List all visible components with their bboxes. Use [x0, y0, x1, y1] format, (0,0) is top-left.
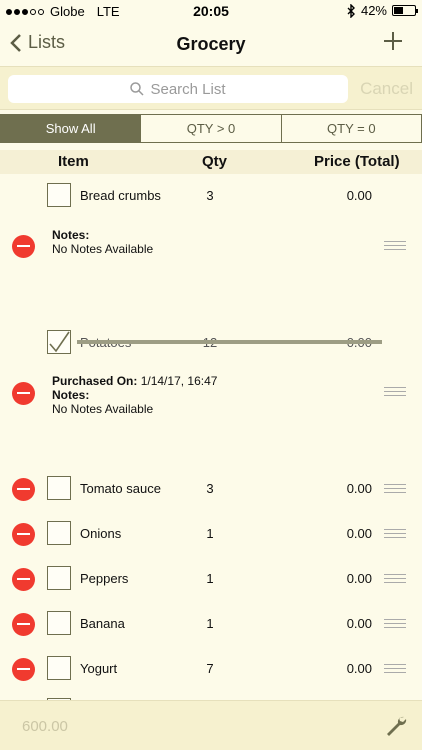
item-checkbox[interactable]: [47, 566, 71, 590]
bluetooth-icon: [347, 3, 355, 18]
item-checkbox[interactable]: [47, 476, 71, 500]
drag-handle-icon[interactable]: [384, 484, 406, 493]
list-item: Bread crumbs 3 0.00 Notes: No Notes Avai…: [0, 175, 422, 315]
list-item: Potatoes 12 0.00 Purchased On: 1/14/17, …: [0, 325, 422, 475]
notes-text: No Notes Available: [52, 402, 154, 416]
delete-button[interactable]: [12, 658, 35, 681]
item-price: 0.00: [346, 526, 372, 541]
list-item: Peppers 1 0.00: [0, 565, 422, 610]
wrench-icon: [387, 716, 407, 736]
drag-handle-icon[interactable]: [384, 529, 406, 538]
page-title: Grocery: [176, 34, 246, 54]
item-qty: 3: [206, 188, 214, 203]
item-qty: 1: [206, 571, 214, 586]
search-input[interactable]: Search List: [8, 75, 348, 103]
item-name[interactable]: Onions: [80, 526, 121, 541]
add-item-button[interactable]: [382, 30, 404, 57]
item-price: 0.00: [346, 616, 372, 631]
strikethrough-line: [77, 340, 382, 344]
list-item: Tomato sauce 3 0.00: [0, 475, 422, 520]
drag-handle-icon[interactable]: [384, 241, 406, 250]
plus-icon: [384, 32, 402, 50]
notes-text: No Notes Available: [52, 242, 154, 256]
total-price: 600.00: [22, 718, 68, 735]
delete-button[interactable]: [12, 478, 35, 501]
item-checkbox-checked[interactable]: [47, 330, 71, 354]
item-name[interactable]: Bread crumbs: [80, 188, 161, 203]
item-price: 0.00: [346, 481, 372, 496]
item-qty: 1: [206, 526, 214, 541]
battery-icon: [392, 5, 418, 16]
item-name[interactable]: Peppers: [80, 571, 128, 586]
list-item: Onions 1 0.00: [0, 520, 422, 565]
item-name[interactable]: Banana: [80, 616, 125, 631]
cancel-button[interactable]: Cancel: [360, 79, 413, 99]
item-price: 0.00: [346, 188, 372, 203]
search-placeholder: Search List: [150, 80, 226, 98]
battery-percent: 42%: [360, 3, 387, 18]
status-right: 42%: [347, 3, 418, 18]
filter-qty-zero[interactable]: QTY = 0: [281, 114, 422, 143]
notes-label: Notes:: [52, 388, 90, 402]
column-header: Item Qty Price (Total): [0, 150, 422, 174]
filter-segmented-control: Show All QTY > 0 QTY = 0: [0, 114, 422, 143]
notes-label: Notes:: [52, 228, 90, 242]
drag-handle-icon[interactable]: [384, 619, 406, 628]
bottom-toolbar: 600.00: [0, 700, 422, 750]
status-bar: Globe LTE 20:05 42%: [0, 0, 422, 22]
item-price: 0.00: [346, 661, 372, 676]
delete-button[interactable]: [12, 382, 35, 405]
item-notes: Purchased On: 1/14/17, 16:47 Notes: No N…: [52, 374, 217, 416]
filter-show-all[interactable]: Show All: [0, 114, 142, 143]
purchased-label: Purchased On:: [52, 374, 138, 388]
list-item: Banana 1 0.00: [0, 610, 422, 655]
purchased-date: 1/14/17, 16:47: [140, 374, 218, 388]
column-item: Item: [58, 153, 89, 170]
item-checkbox[interactable]: [47, 183, 71, 207]
drag-handle-icon[interactable]: [384, 574, 406, 583]
item-name[interactable]: Tomato sauce: [80, 481, 161, 496]
list-item: Yogurt 7 0.00: [0, 655, 422, 700]
delete-button[interactable]: [12, 523, 35, 546]
delete-button[interactable]: [12, 613, 35, 636]
item-checkbox[interactable]: [47, 521, 71, 545]
nav-bar: Lists Grocery: [0, 22, 422, 66]
item-list: Bread crumbs 3 0.00 Notes: No Notes Avai…: [0, 175, 422, 700]
column-qty: Qty: [202, 153, 228, 170]
item-checkbox[interactable]: [47, 656, 71, 680]
item-name[interactable]: Yogurt: [80, 661, 117, 676]
search-area: Search List Cancel: [0, 66, 422, 110]
item-price: 0.00: [346, 571, 372, 586]
column-price: Price (Total): [314, 153, 400, 170]
settings-button[interactable]: [384, 714, 408, 743]
item-qty: 1: [206, 616, 214, 631]
item-checkbox[interactable]: [47, 611, 71, 635]
delete-button[interactable]: [12, 235, 35, 258]
search-icon: [130, 82, 144, 96]
item-notes: Notes: No Notes Available: [52, 228, 153, 256]
delete-button[interactable]: [12, 568, 35, 591]
item-qty: 3: [206, 481, 214, 496]
checkmark-icon: [49, 331, 70, 353]
item-qty: 7: [206, 661, 214, 676]
drag-handle-icon[interactable]: [384, 664, 406, 673]
filter-qty-positive[interactable]: QTY > 0: [141, 114, 282, 143]
drag-handle-icon[interactable]: [384, 387, 406, 396]
